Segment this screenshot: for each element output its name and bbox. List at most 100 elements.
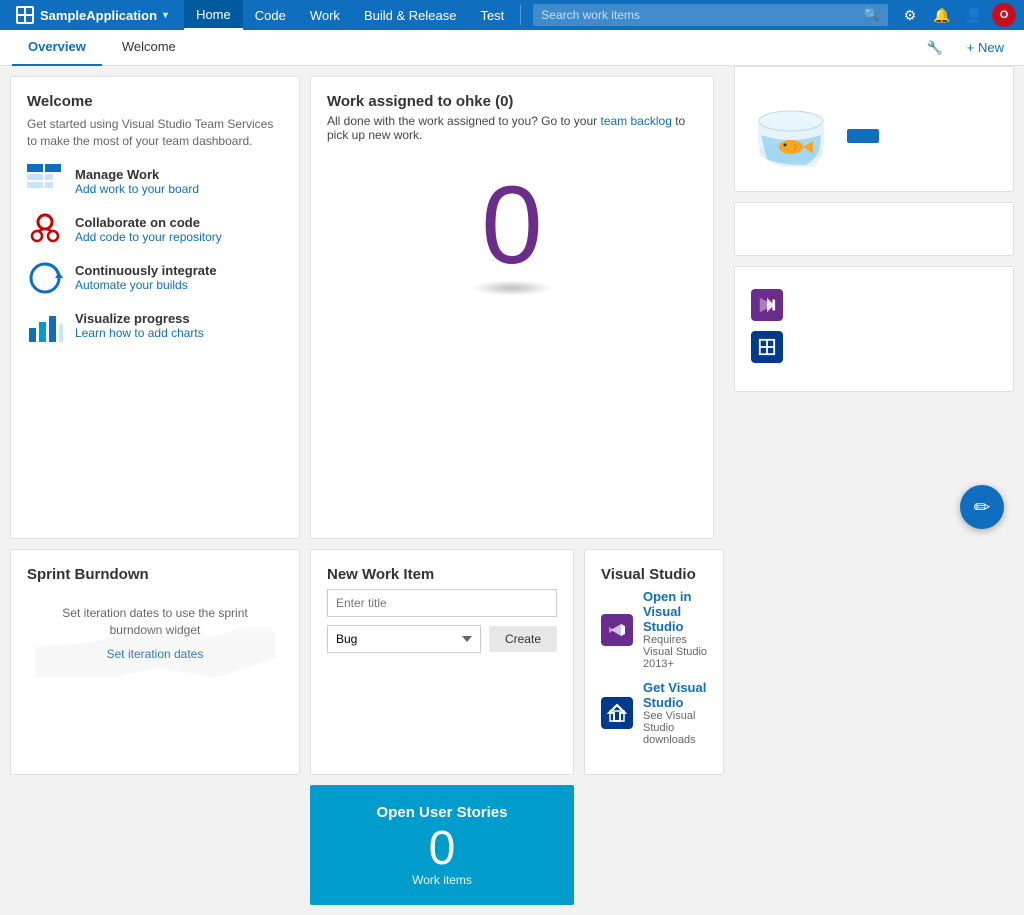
welcome-item-collaborate[interactable]: Collaborate on code Add code to your rep… [27,212,283,248]
zero-shadow [472,280,552,296]
visualize-name: Visualize progress [75,311,204,326]
collaborate-link[interactable]: Add code to your repository [75,230,222,244]
work-assigned-desc: All done with the work assigned to you? … [327,114,697,142]
collaborate-icon [27,212,63,248]
visual-studio-right-card [734,266,1014,392]
get-vs-desc: See Visual Studio downloads [643,710,707,746]
new-work-item-title: New Work Item [327,566,557,583]
welcome-item-visualize[interactable]: Visualize progress Learn how to add char… [27,308,283,344]
welcome-item-manage-work[interactable]: Manage Work Add work to your board [27,164,283,200]
integrate-icon [27,260,63,296]
get-vs-name[interactable]: Get Visual Studio [643,680,707,710]
open-vs-desc: Requires Visual Studio 2013+ [643,634,707,670]
open-vs-icon [601,614,633,646]
app-chevron-icon: ▾ [163,10,168,21]
new-action[interactable]: + New [959,36,1012,59]
create-work-item-button[interactable]: Create [489,626,557,652]
zero-display: 0 [327,146,697,306]
team-members-content [751,89,997,175]
get-vs-icon-right [751,331,783,363]
integrate-name: Continuously integrate [75,263,217,278]
notification-icon[interactable]: 🔔 [928,1,956,29]
search-input[interactable] [541,8,864,22]
search-icon: 🔍 [864,7,880,23]
gear-icon[interactable]: ⚙ [896,1,924,29]
avatar[interactable]: O [992,3,1016,27]
work-select-row: Bug User Story Task Issue Feature Epic C… [327,625,557,653]
work-links-list [751,227,997,239]
app-brand[interactable]: SampleApplication ▾ [8,6,176,24]
visual-studio-card: Visual Studio Open in Visual Studio Requ… [584,549,724,775]
collaborate-name: Collaborate on code [75,215,222,230]
manage-work-icon [27,164,63,200]
get-vs-icon [601,697,633,729]
burndown-chart-bg [35,627,275,677]
nav-item-home[interactable]: Home [184,0,243,30]
person-icon[interactable]: 👤 [960,1,988,29]
user-stories-count: 0 [429,825,456,873]
nav-item-work[interactable]: Work [298,0,352,30]
tab-actions: 🔧 + New [919,36,1012,60]
nav-icon-group: ⚙ 🔔 👤 O [896,1,1016,29]
welcome-item-integrate[interactable]: Continuously integrate Automate your bui… [27,260,283,296]
open-vs-icon-right [751,289,783,321]
welcome-items: Manage Work Add work to your board Colla… [27,164,283,344]
right-column [734,66,1014,539]
app-logo [16,6,34,24]
manage-work-link[interactable]: Add work to your board [75,182,199,196]
integrate-text: Continuously integrate Automate your bui… [75,263,217,292]
tab-welcome[interactable]: Welcome [106,30,192,66]
collaborate-text: Collaborate on code Add code to your rep… [75,215,222,244]
nav-item-code[interactable]: Code [243,0,298,30]
vs-item-get[interactable]: Get Visual Studio See Visual Studio down… [601,680,707,746]
search-bar[interactable]: 🔍 [533,4,888,26]
welcome-card: Welcome Get started using Visual Studio … [10,76,300,539]
welcome-title: Welcome [27,93,283,110]
vs-item-open[interactable]: Open in Visual Studio Requires Visual St… [601,589,707,670]
welcome-subtitle: Get started using Visual Studio Team Ser… [27,116,283,150]
tab-overview[interactable]: Overview [12,30,102,66]
top-navigation: SampleApplication ▾ Home Code Work Build… [0,0,1024,30]
app-title: SampleApplication [40,8,157,23]
vs-item-open-right[interactable] [751,289,997,321]
sprint-burndown-content: Set iteration dates to use the sprint bu… [27,589,283,677]
get-vs-text: Get Visual Studio See Visual Studio down… [643,680,707,746]
team-members-right-card [734,66,1014,192]
work-item-title-input[interactable] [327,589,557,617]
manage-work-text: Manage Work Add work to your board [75,167,199,196]
user-stories-card[interactable]: Open User Stories 0 Work items [310,785,574,905]
work-count: 0 [481,171,542,281]
work-assigned-desc-prefix: All done with the work assigned to you? … [327,114,601,128]
nav-item-build-release[interactable]: Build & Release [352,0,469,30]
new-work-item-card: New Work Item Bug User Story Task Issue … [310,549,574,775]
open-vs-name[interactable]: Open in Visual Studio [643,589,707,634]
sprint-burndown-title: Sprint Burndown [27,566,283,583]
work-assigned-title: Work assigned to ohke (0) [327,93,697,110]
nav-divider [520,5,521,25]
wrench-icon: 🔧 [927,40,943,56]
team-backlog-link[interactable]: team backlog [601,114,672,128]
open-vs-text: Open in Visual Studio Requires Visual St… [643,589,707,670]
main-content: Welcome Get started using Visual Studio … [0,66,724,549]
visualize-link[interactable]: Learn how to add charts [75,326,204,340]
fishbowl-icon-right [751,97,831,167]
bottom-row: Sprint Burndown Set iteration dates to u… [0,549,1024,915]
invite-friend-button-right[interactable] [847,129,879,143]
manage-work-name: Manage Work [75,167,199,182]
fab-button[interactable]: ✏ [960,485,1004,529]
integrate-link[interactable]: Automate your builds [75,278,217,292]
settings-action[interactable]: 🔧 [919,36,951,60]
nav-item-test[interactable]: Test [468,0,516,30]
user-stories-label: Work items [412,873,472,887]
work-assigned-card: Work assigned to ohke (0) All done with … [310,76,714,539]
sprint-burndown-card: Sprint Burndown Set iteration dates to u… [10,549,300,775]
work-type-select[interactable]: Bug User Story Task Issue Feature Epic [327,625,481,653]
vs-item-get-right[interactable] [751,331,997,363]
visualize-icon [27,308,63,344]
invite-section [847,121,879,143]
tab-bar: Overview Welcome 🔧 + New [0,30,1024,66]
work-links-card [734,202,1014,256]
visual-studio-title: Visual Studio [601,566,707,583]
visualize-text: Visualize progress Learn how to add char… [75,311,204,340]
user-stories-title: Open User Stories [377,804,508,821]
